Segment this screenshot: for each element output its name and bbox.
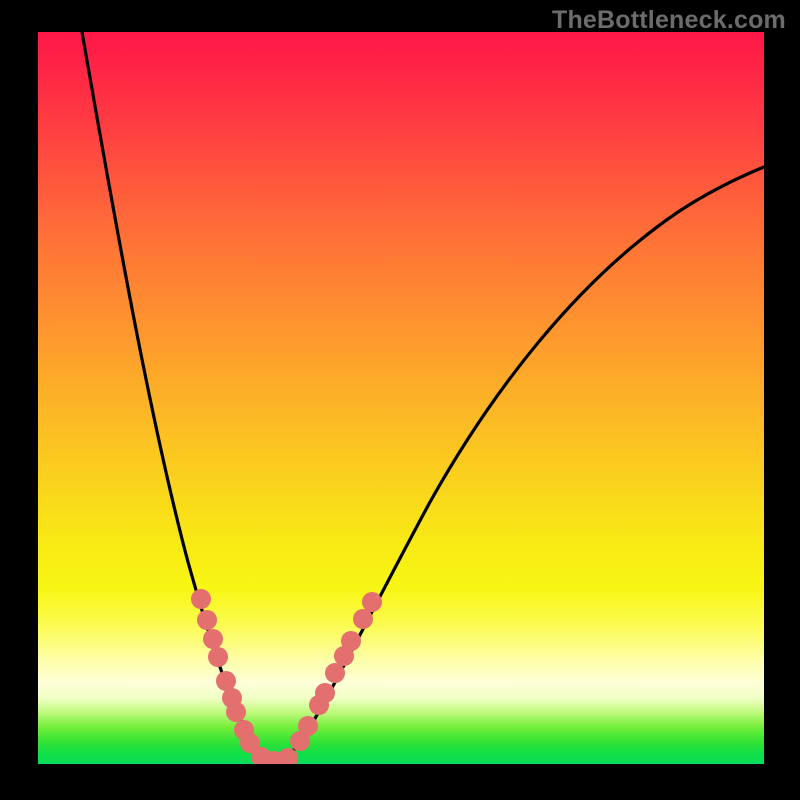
curve-right — [274, 167, 764, 762]
data-point — [325, 663, 345, 683]
data-point — [341, 631, 361, 651]
data-point — [203, 629, 223, 649]
bottleneck-chart — [38, 32, 764, 764]
data-point — [315, 683, 335, 703]
data-point — [216, 671, 236, 691]
data-point — [298, 716, 318, 736]
data-point — [191, 589, 211, 609]
plot-area — [38, 32, 764, 764]
data-point — [197, 610, 217, 630]
frame: TheBottleneck.com — [0, 0, 800, 800]
data-point — [226, 702, 246, 722]
data-point — [353, 609, 373, 629]
data-point — [362, 592, 382, 612]
data-point — [208, 647, 228, 667]
watermark-text: TheBottleneck.com — [552, 6, 786, 35]
curve-left — [82, 32, 274, 762]
